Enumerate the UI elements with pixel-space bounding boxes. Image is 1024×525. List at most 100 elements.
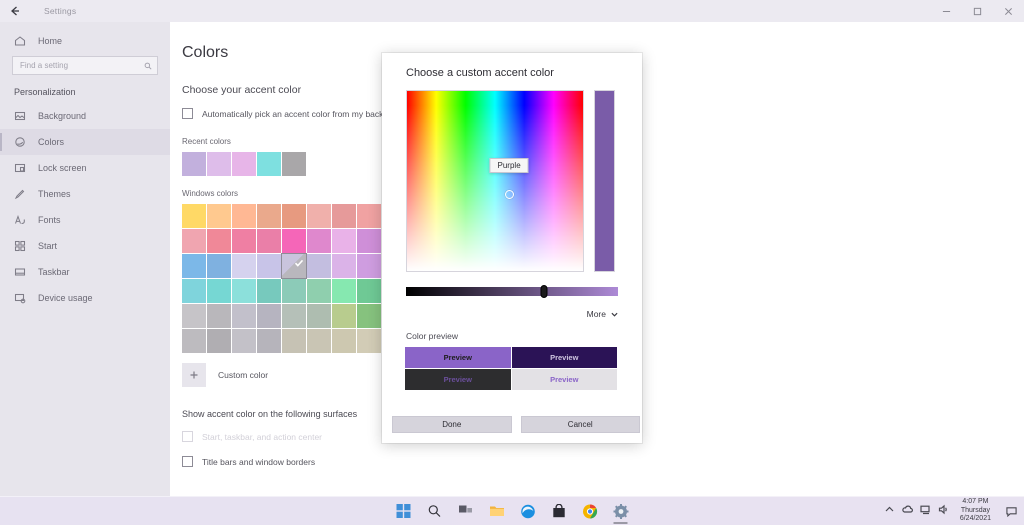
file-explorer-icon[interactable] xyxy=(486,500,508,522)
volume-icon[interactable] xyxy=(938,502,949,520)
done-button[interactable]: Done xyxy=(392,416,512,433)
back-button[interactable] xyxy=(0,0,30,22)
more-button[interactable]: More xyxy=(587,309,618,319)
windows-color-swatch[interactable] xyxy=(307,279,331,303)
home-icon xyxy=(14,33,32,49)
windows-color-swatch[interactable] xyxy=(207,229,231,253)
sidebar-item-fonts[interactable]: Fonts xyxy=(0,207,170,233)
windows-color-swatch[interactable] xyxy=(182,229,206,253)
brightness-slider-thumb[interactable] xyxy=(540,285,548,298)
sidebar-item-background[interactable]: Background xyxy=(0,103,170,129)
windows-color-swatch[interactable] xyxy=(182,254,206,278)
task-view-icon[interactable] xyxy=(455,500,477,522)
close-button[interactable] xyxy=(993,0,1024,22)
search-input[interactable] xyxy=(20,61,144,70)
chrome-browser-icon[interactable] xyxy=(579,500,601,522)
sidebar-item-colors[interactable]: Colors xyxy=(0,129,170,155)
color-picker-handle[interactable] xyxy=(504,190,514,199)
windows-color-swatch[interactable] xyxy=(182,329,206,353)
surface-option-title-bars[interactable]: Title bars and window borders xyxy=(182,456,1024,467)
selected-color-bar[interactable] xyxy=(594,90,615,272)
saturation-value-picker[interactable]: Purple xyxy=(406,90,584,272)
sidebar-item-device-usage[interactable]: Device usage xyxy=(0,285,170,311)
windows-color-swatch[interactable] xyxy=(307,229,331,253)
windows-color-swatch[interactable] xyxy=(282,229,306,253)
windows-color-swatch[interactable] xyxy=(232,254,256,278)
windows-color-swatch[interactable] xyxy=(282,279,306,303)
edge-browser-icon[interactable] xyxy=(517,500,539,522)
windows-color-swatch[interactable] xyxy=(332,304,356,328)
sidebar-item-themes[interactable]: Themes xyxy=(0,181,170,207)
start-icon[interactable] xyxy=(393,500,415,522)
windows-color-swatch[interactable] xyxy=(257,279,281,303)
settings-icon[interactable] xyxy=(610,500,632,524)
sidebar-item-home[interactable]: Home xyxy=(0,28,170,54)
recent-color-swatch[interactable] xyxy=(232,152,256,176)
sidebar-item-lock-screen[interactable]: Lock screen xyxy=(0,155,170,181)
windows-color-swatch[interactable] xyxy=(182,279,206,303)
network-icon[interactable] xyxy=(920,502,931,520)
sidebar-item-label: Lock screen xyxy=(38,163,87,173)
show-hidden-icons-icon[interactable] xyxy=(884,502,895,520)
windows-color-swatch[interactable] xyxy=(357,254,381,278)
windows-color-swatch[interactable] xyxy=(257,229,281,253)
windows-color-swatch[interactable] xyxy=(207,304,231,328)
sidebar-item-taskbar[interactable]: Taskbar xyxy=(0,259,170,285)
recent-color-swatch[interactable] xyxy=(207,152,231,176)
windows-color-swatch[interactable] xyxy=(207,279,231,303)
maximize-button[interactable] xyxy=(962,0,993,22)
windows-color-swatch[interactable] xyxy=(357,229,381,253)
windows-color-swatch[interactable] xyxy=(232,204,256,228)
custom-color-button[interactable] xyxy=(182,363,206,387)
action-center-icon[interactable] xyxy=(1002,506,1020,517)
windows-color-swatch[interactable] xyxy=(282,304,306,328)
more-label: More xyxy=(586,309,606,319)
windows-color-swatch[interactable] xyxy=(207,254,231,278)
windows-color-swatch[interactable] xyxy=(232,279,256,303)
clock[interactable]: 4:07 PM Thursday 6/24/2021 xyxy=(960,498,991,524)
windows-color-swatch[interactable] xyxy=(332,279,356,303)
recent-color-swatch[interactable] xyxy=(282,152,306,176)
windows-color-swatch[interactable] xyxy=(357,329,381,353)
minimize-button[interactable] xyxy=(931,0,962,22)
windows-color-swatch[interactable] xyxy=(332,254,356,278)
clock-time: 4:07 PM xyxy=(962,498,989,506)
title-bars-checkbox[interactable] xyxy=(182,456,193,467)
windows-color-swatch[interactable] xyxy=(232,229,256,253)
windows-color-swatch[interactable] xyxy=(307,204,331,228)
color-preview-cell: Preview xyxy=(511,369,617,390)
search-box[interactable] xyxy=(12,56,158,75)
windows-color-swatch[interactable] xyxy=(332,204,356,228)
windows-color-swatch[interactable] xyxy=(257,329,281,353)
auto-accent-checkbox[interactable] xyxy=(182,108,193,119)
windows-color-swatch[interactable] xyxy=(182,204,206,228)
search-icon[interactable] xyxy=(424,500,446,522)
windows-color-swatch[interactable] xyxy=(232,329,256,353)
sidebar-item-label: Device usage xyxy=(38,293,93,303)
recent-color-swatch[interactable] xyxy=(257,152,281,176)
windows-color-swatch[interactable] xyxy=(332,329,356,353)
windows-color-swatch[interactable] xyxy=(282,329,306,353)
windows-color-swatch[interactable] xyxy=(282,204,306,228)
microsoft-store-icon[interactable] xyxy=(548,500,570,522)
windows-color-swatch[interactable] xyxy=(357,279,381,303)
windows-color-swatch[interactable] xyxy=(207,329,231,353)
recent-color-swatch[interactable] xyxy=(182,152,206,176)
cancel-button[interactable]: Cancel xyxy=(520,416,640,433)
windows-color-swatch[interactable] xyxy=(357,304,381,328)
windows-color-swatch[interactable] xyxy=(207,204,231,228)
windows-color-swatch[interactable] xyxy=(182,304,206,328)
brightness-slider[interactable] xyxy=(406,285,618,298)
windows-color-swatch[interactable] xyxy=(281,253,307,279)
windows-color-swatch[interactable] xyxy=(307,304,331,328)
sidebar-item-start[interactable]: Start xyxy=(0,233,170,259)
windows-color-swatch[interactable] xyxy=(257,304,281,328)
windows-color-swatch[interactable] xyxy=(257,254,281,278)
windows-color-swatch[interactable] xyxy=(357,204,381,228)
windows-color-swatch[interactable] xyxy=(307,329,331,353)
windows-color-swatch[interactable] xyxy=(232,304,256,328)
cloud-icon[interactable] xyxy=(902,502,913,520)
windows-color-swatch[interactable] xyxy=(332,229,356,253)
windows-color-swatch[interactable] xyxy=(307,254,331,278)
windows-color-swatch[interactable] xyxy=(257,204,281,228)
